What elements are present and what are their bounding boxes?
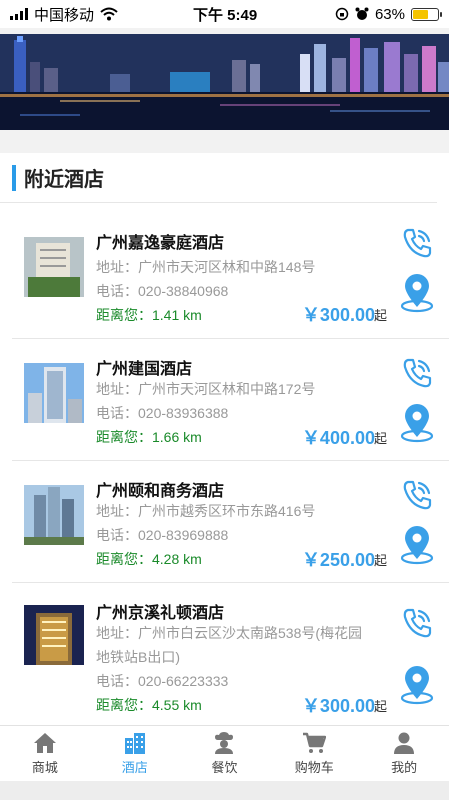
call-button[interactable] — [397, 353, 437, 393]
user-icon — [394, 732, 415, 754]
battery-percent: 63% — [374, 5, 405, 23]
status-bar: 中国移动 下午 5:49 63% — [0, 0, 449, 28]
alarm-icon — [355, 7, 369, 20]
carrier-label: 中国移动 — [34, 6, 95, 24]
tab-label: 餐饮 — [211, 759, 238, 775]
home-icon — [33, 732, 56, 753]
map-pin-icon — [400, 526, 434, 565]
phone-icon — [403, 480, 432, 510]
hotel-building-icon — [124, 732, 145, 754]
location-button[interactable] — [397, 665, 437, 705]
map-pin-icon — [400, 274, 434, 313]
hotel-card[interactable]: 广州颐和商务酒店 地址：广州市越秀区环市东路416号 电话：020-839698… — [12, 461, 449, 583]
call-button[interactable] — [397, 475, 437, 515]
section-title: 附近酒店 — [24, 169, 104, 191]
cart-icon — [303, 732, 327, 753]
wifi-icon — [100, 7, 118, 21]
price-suffix: 起 — [373, 431, 387, 446]
tab-hotel[interactable]: 酒店 — [90, 726, 180, 781]
hotel-name: 广州建国酒店 — [96, 361, 193, 378]
hotel-price: ￥250.00 — [301, 550, 375, 570]
hotel-card[interactable]: 广州建国酒店 地址：广州市天河区林和中路172号 电话：020-83936388… — [12, 339, 449, 461]
signal-icon — [10, 8, 28, 20]
price-suffix: 起 — [373, 553, 387, 568]
battery-icon — [411, 7, 442, 21]
tab-mine[interactable]: 我的 — [359, 726, 449, 781]
hotel-distance: 距离您：1.41 km — [96, 307, 202, 323]
tab-mall[interactable]: 商城 — [0, 726, 90, 781]
hotel-address-line-1: 地址：广州市白云区沙太南路538号(梅花园 — [96, 625, 363, 641]
bottom-safe-area — [0, 781, 449, 800]
phone-icon — [403, 228, 432, 258]
hotel-name: 广州嘉逸豪庭酒店 — [96, 235, 225, 252]
hotel-phone: 电话：020-83969888 — [96, 527, 229, 543]
tab-label: 商城 — [31, 759, 58, 775]
hotel-phone: 电话：020-66223333 — [96, 673, 229, 689]
section-header: 附近酒店 — [0, 153, 437, 203]
hotel-name: 广州颐和商务酒店 — [96, 483, 225, 500]
hotel-thumbnail — [24, 485, 84, 545]
phone-icon — [403, 608, 432, 638]
hotel-name: 广州京溪礼顿酒店 — [96, 605, 225, 622]
hotel-distance: 距离您：1.66 km — [96, 429, 202, 445]
location-button[interactable] — [397, 273, 437, 313]
price-suffix: 起 — [373, 308, 387, 323]
phone-icon — [403, 358, 432, 388]
map-pin-icon — [400, 404, 434, 443]
map-pin-icon — [400, 666, 434, 705]
tab-cart[interactable]: 购物车 — [269, 726, 359, 781]
hotel-address-line-2: 地铁站B出口) — [96, 649, 180, 665]
hotel-distance: 距离您：4.55 km — [96, 697, 202, 713]
section-accent-bar — [12, 164, 16, 191]
call-button[interactable] — [397, 603, 437, 643]
hotel-thumbnail — [24, 605, 84, 665]
hotel-price: ￥400.00 — [301, 428, 375, 448]
hotel-distance: 距离您：4.28 km — [96, 551, 202, 567]
hotel-thumbnail — [24, 363, 84, 423]
price-suffix: 起 — [373, 699, 387, 714]
hotel-phone: 电话：020-83936388 — [96, 405, 229, 421]
call-button[interactable] — [397, 223, 437, 263]
hotel-address: 地址：广州市天河区林和中路148号 — [96, 259, 316, 275]
hotel-address: 地址：广州市天河区林和中路172号 — [96, 381, 316, 397]
hotel-price: ￥300.00 — [301, 305, 375, 325]
hotel-card[interactable]: 广州京溪礼顿酒店 地址：广州市白云区沙太南路538号(梅花园 地铁站B出口) 电… — [12, 583, 449, 725]
tab-label: 购物车 — [294, 759, 334, 775]
hotel-thumbnail — [24, 237, 84, 297]
hotel-card[interactable]: 广州嘉逸豪庭酒店 地址：广州市天河区林和中路148号 电话：020-388409… — [12, 217, 449, 339]
bottom-tab-bar: 商城 酒店 餐饮 购物车 我的 — [0, 725, 449, 781]
tab-label: 酒店 — [121, 759, 148, 775]
hotel-list-panel: 附近酒店 广州嘉逸豪庭酒店 地址：广州市天河区林和中路148号 电话：020-3… — [0, 153, 449, 725]
chef-icon — [215, 731, 234, 754]
location-button[interactable] — [397, 403, 437, 443]
location-button[interactable] — [397, 525, 437, 565]
hotel-price: ￥300.00 — [301, 696, 375, 716]
orientation-lock-icon — [335, 7, 349, 21]
banner-image — [0, 34, 449, 130]
hotel-address: 地址：广州市越秀区环市东路416号 — [96, 503, 316, 519]
tab-label: 我的 — [391, 759, 418, 775]
tab-dining[interactable]: 餐饮 — [180, 726, 270, 781]
hotel-phone: 电话：020-38840968 — [96, 283, 229, 299]
status-time: 下午 5:49 — [193, 6, 258, 24]
